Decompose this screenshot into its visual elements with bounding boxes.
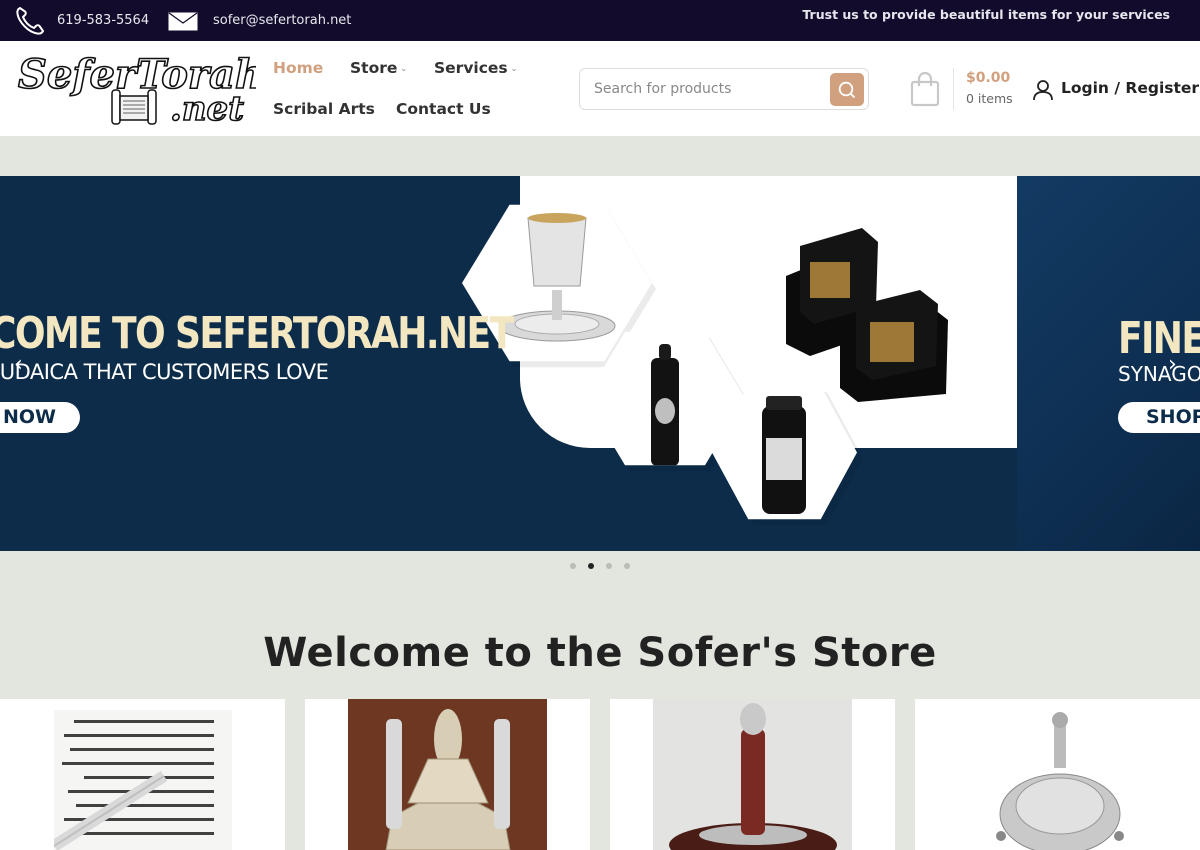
- site-header: SeferTorah .net Home Store ⌄ Services ⌄ Sc…: [0, 41, 1200, 136]
- search-button[interactable]: [830, 73, 864, 106]
- chevron-left-icon[interactable]: ‹: [14, 352, 34, 377]
- search-box: [579, 68, 869, 110]
- trust-message: Trust us to provide beautiful items for …: [802, 7, 1170, 22]
- top-bar: 619-583-5564 sofer@sefertorah.net Trust …: [0, 0, 1200, 41]
- phone-number[interactable]: 619-583-5564: [57, 13, 149, 28]
- slider-dot[interactable]: [624, 563, 630, 569]
- product-image-quill: [54, 710, 232, 850]
- next-slide-shop-button[interactable]: SHOP: [1118, 402, 1200, 433]
- nav-services[interactable]: Services ⌄: [434, 59, 517, 77]
- slider-pagination: [568, 563, 638, 571]
- svg-text:.net: .net: [170, 89, 244, 128]
- tefillin-image: [786, 228, 948, 402]
- product-image-yad-pointer: [653, 699, 852, 850]
- product-card[interactable]: [915, 699, 1200, 850]
- search-input[interactable]: [594, 78, 824, 100]
- nav-store[interactable]: Store ⌄: [350, 59, 407, 77]
- slide-headline: COME TO SEFERTORAH.NET: [0, 308, 514, 359]
- nav-home[interactable]: Home: [273, 59, 323, 77]
- nav-contact-us[interactable]: Contact Us: [396, 100, 491, 118]
- login-register-link[interactable]: Login / Register: [1061, 79, 1199, 97]
- chevron-down-icon: ⌄: [510, 64, 518, 73]
- site-logo[interactable]: SeferTorah .net: [16, 50, 256, 128]
- cart-item-count: 0 items: [966, 91, 1013, 106]
- nav-store-label: Store: [350, 59, 398, 77]
- product-card[interactable]: [610, 699, 895, 850]
- search-icon: [838, 81, 856, 99]
- slider-dot[interactable]: [588, 563, 594, 569]
- slide-subline: JUDAICA THAT CUSTOMERS LOVE: [0, 360, 329, 384]
- chevron-down-icon: ⌄: [400, 64, 408, 73]
- nav-scribal-arts[interactable]: Scribal Arts: [273, 100, 375, 118]
- section-title: Welcome to the Sofer's Store: [263, 630, 937, 676]
- cart-total[interactable]: $0.00: [966, 70, 1010, 86]
- slider-dot[interactable]: [570, 563, 576, 569]
- nav-services-label: Services: [434, 59, 508, 77]
- chevron-right-icon[interactable]: ›: [1168, 352, 1188, 377]
- product-card[interactable]: [305, 699, 590, 850]
- mail-icon: [168, 12, 198, 31]
- email-address[interactable]: sofer@sefertorah.net: [213, 13, 351, 28]
- cart-divider: [953, 68, 954, 110]
- product-image-torah-case: [348, 699, 547, 850]
- slider-dot[interactable]: [606, 563, 612, 569]
- product-image-silver-crown: [985, 710, 1135, 850]
- phone-icon: [16, 6, 45, 35]
- shop-now-button[interactable]: NOW: [0, 402, 80, 433]
- shopping-bag-icon[interactable]: [909, 71, 941, 107]
- hero-slider: COME TO SEFERTORAH.NET JUDAICA THAT CUST…: [0, 176, 1200, 551]
- user-icon[interactable]: [1032, 79, 1054, 101]
- product-card[interactable]: [0, 699, 285, 850]
